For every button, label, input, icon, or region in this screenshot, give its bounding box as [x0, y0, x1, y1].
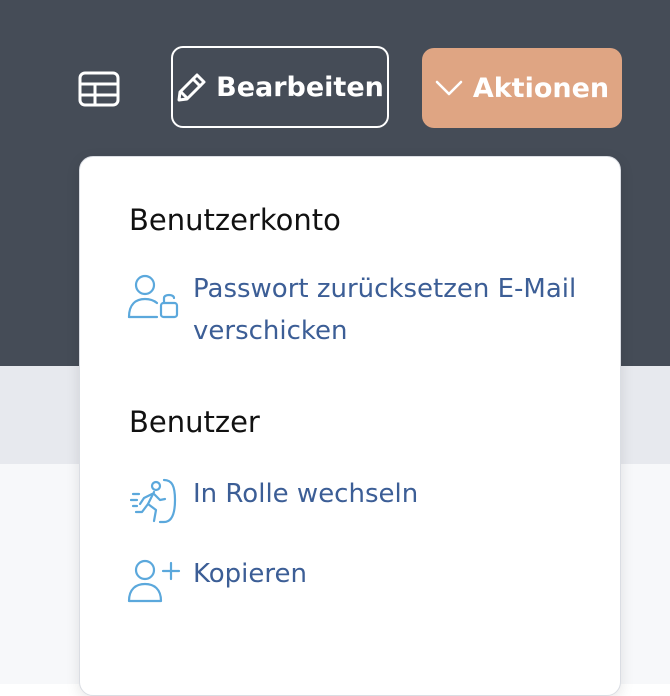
- user-lock-icon: [126, 268, 182, 324]
- edit-button[interactable]: Bearbeiten: [171, 46, 389, 128]
- person-walking-door-icon: [126, 473, 182, 529]
- menu-item-switch-role[interactable]: In Rolle wechseln: [126, 473, 593, 529]
- actions-dropdown-menu: Benutzerkonto Passwort zurücksetzen E-Ma…: [79, 156, 621, 696]
- menu-item-label: Kopieren: [193, 559, 307, 589]
- menu-item-reset-password-email[interactable]: Passwort zurücksetzen E-Mail verschicken: [126, 268, 593, 352]
- actions-button[interactable]: Aktionen: [422, 48, 622, 128]
- menu-item-label: Passwort zurücksetzen E-Mail verschicken: [193, 274, 577, 346]
- pencil-icon: [176, 71, 208, 103]
- edit-button-label: Bearbeiten: [216, 71, 384, 103]
- user-plus-icon: [126, 553, 182, 609]
- actions-button-label: Aktionen: [472, 72, 610, 104]
- table-icon[interactable]: [76, 66, 122, 112]
- menu-item-label: In Rolle wechseln: [193, 479, 419, 509]
- section-title-benutzer: Benutzer: [129, 405, 260, 439]
- chevron-down-icon: [435, 79, 463, 97]
- menu-item-copy[interactable]: Kopieren: [126, 553, 593, 609]
- section-title-benutzerkonto: Benutzerkonto: [129, 203, 341, 237]
